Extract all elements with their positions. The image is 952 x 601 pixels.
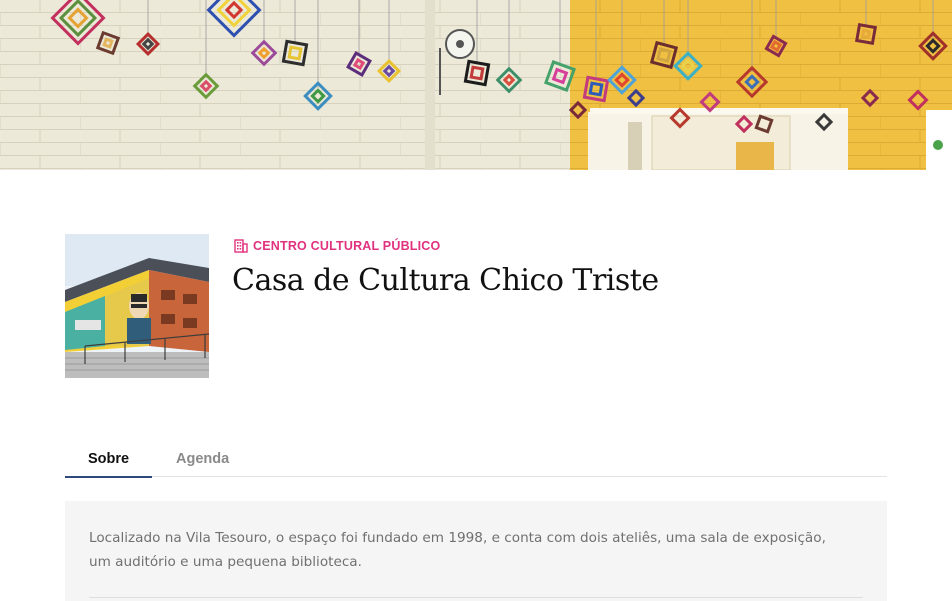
about-card: Localizado na Vila Tesouro, o espaço foi… [65,501,887,601]
venue-thumbnail [65,234,209,378]
tab-sobre[interactable]: Sobre [65,442,152,478]
tab-agenda[interactable]: Agenda [152,442,253,477]
about-description: Localizado na Vila Tesouro, o espaço foi… [89,530,826,570]
venue-category: CENTRO CULTURAL PÚBLICO [234,239,440,253]
building-icon [234,239,248,253]
divider [89,597,863,598]
tab-bar: Sobre Agenda [65,442,887,478]
page-title: Casa de Cultura Chico Triste [232,263,659,298]
category-label: CENTRO CULTURAL PÚBLICO [253,239,441,253]
banner-image [0,0,952,170]
